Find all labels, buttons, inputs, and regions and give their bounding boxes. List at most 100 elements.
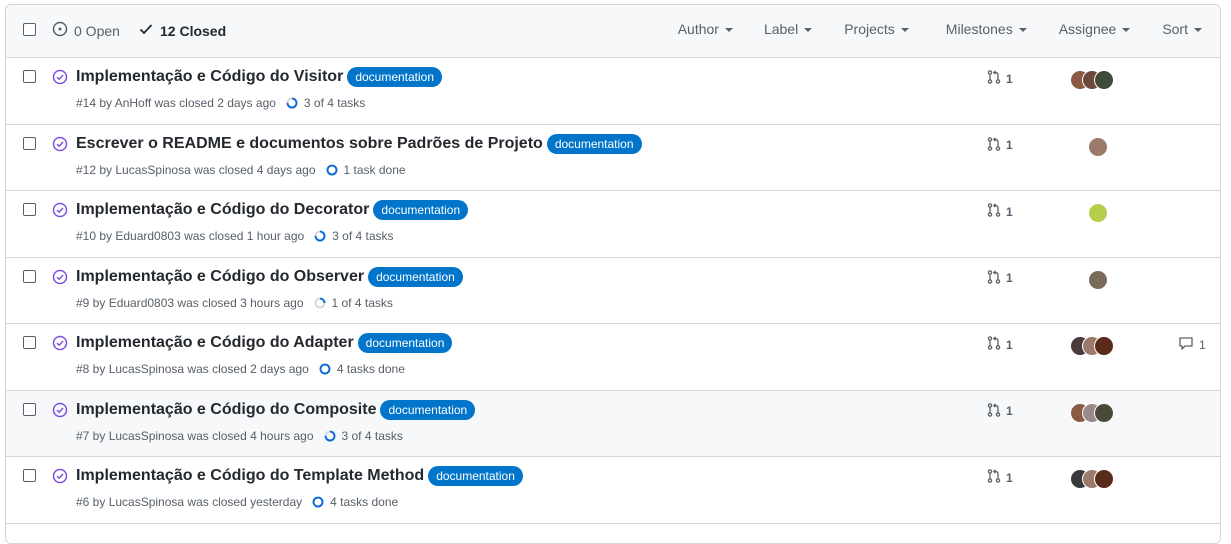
open-issues-tab[interactable]: 0 Open xyxy=(52,21,120,40)
issue-meta-text: #14 by AnHoff was closed 2 days ago xyxy=(76,96,276,110)
label-badge[interactable]: documentation xyxy=(380,399,476,420)
label-badge[interactable]: documentation xyxy=(428,466,523,486)
task-progress-icon xyxy=(314,230,326,242)
issue-checkbox[interactable] xyxy=(23,469,36,482)
select-all-checkbox[interactable] xyxy=(23,23,36,36)
issue-meta-text: #7 by LucasSpinosa was closed 4 hours ag… xyxy=(76,428,314,443)
table-row: Implementação e Código do Adapter documen… xyxy=(6,324,1220,391)
assignee-avatars[interactable] xyxy=(1070,70,1114,90)
avatar[interactable] xyxy=(1088,269,1108,290)
issue-title-link[interactable]: Implementação e Código do Template Metho… xyxy=(76,467,424,485)
issue-closed-icon xyxy=(52,69,68,88)
label-badge[interactable]: documentation xyxy=(546,133,642,154)
linked-pr-count: 1 xyxy=(1006,71,1013,86)
filter-projects[interactable]: Projects xyxy=(844,21,909,37)
check-icon xyxy=(138,21,154,40)
chevron-down-icon xyxy=(804,28,813,32)
linked-pr-link[interactable]: 1 xyxy=(986,402,1013,421)
issue-meta: #9 by Eduard0803 was closed 3 hours ago 1… xyxy=(76,296,393,310)
comments-link[interactable]: 1 xyxy=(1178,335,1206,354)
issue-closed-icon xyxy=(52,269,68,288)
git-pull-request-icon xyxy=(986,269,1002,288)
closed-issues-tab[interactable]: 12 Closed xyxy=(138,21,226,40)
git-pull-request-icon xyxy=(986,202,1002,221)
task-progress-label[interactable]: 3 of 4 tasks xyxy=(332,229,393,243)
issue-closed-icon xyxy=(52,202,68,221)
open-issues-label: 0 Open xyxy=(74,22,120,39)
chevron-down-icon xyxy=(724,28,733,32)
linked-pr-link[interactable]: 1 xyxy=(986,69,1013,88)
issue-title-link[interactable]: Implementação e Código do Composite xyxy=(76,401,376,419)
git-pull-request-icon xyxy=(986,402,1002,421)
task-progress-label[interactable]: 3 of 4 tasks xyxy=(342,429,403,443)
assignee-avatars[interactable] xyxy=(1070,469,1114,489)
task-progress-icon xyxy=(314,297,326,309)
task-progress-label[interactable]: 1 of 4 tasks xyxy=(332,296,393,310)
linked-pr-link[interactable]: 1 xyxy=(986,335,1013,354)
issue-meta-text: #12 by LucasSpinosa was closed 4 days ag… xyxy=(76,162,316,177)
label-badge[interactable]: documentation xyxy=(347,67,443,87)
issue-title-line: Implementação e Código do Decorator docum… xyxy=(76,200,469,220)
filter-milestones[interactable]: Milestones xyxy=(946,21,1027,37)
filter-sort[interactable]: Sort xyxy=(1162,21,1202,37)
assignee-avatars[interactable] xyxy=(1088,203,1108,223)
filter-label[interactable]: Label xyxy=(764,21,813,37)
issue-meta: #12 by LucasSpinosa was closed 4 days ag… xyxy=(76,163,406,177)
task-progress-label[interactable]: 4 tasks done xyxy=(330,495,398,509)
task-progress-label[interactable]: 3 of 4 tasks xyxy=(304,96,365,110)
assignee-avatars[interactable] xyxy=(1070,402,1114,423)
linked-pr-link[interactable]: 1 xyxy=(986,468,1013,487)
linked-pr-link[interactable]: 1 xyxy=(986,202,1013,221)
avatar[interactable] xyxy=(1094,469,1114,489)
label-badge[interactable]: documentation xyxy=(357,333,453,353)
issue-title-link[interactable]: Implementação e Código do Observer xyxy=(76,268,364,286)
table-row: Implementação e Código do Visitor documen… xyxy=(6,58,1220,125)
issue-meta-text: #6 by LucasSpinosa was closed yesterday xyxy=(76,495,303,509)
avatar[interactable] xyxy=(1088,203,1108,223)
issue-title-link[interactable]: Escrever o README e documentos sobre Pad… xyxy=(76,135,543,153)
issue-checkbox[interactable] xyxy=(23,269,36,283)
issue-checkbox[interactable] xyxy=(23,402,36,416)
comment-count: 1 xyxy=(1199,337,1206,352)
issue-title-link[interactable]: Implementação e Código do Visitor xyxy=(76,68,343,86)
table-row: Escrever o README e documentos sobre Pad… xyxy=(6,124,1220,191)
filter-author[interactable]: Author xyxy=(678,21,733,37)
issue-title-link[interactable]: Implementação e Código do Decorator xyxy=(76,201,369,219)
comment-icon xyxy=(1178,335,1194,354)
issue-meta-text: #10 by Eduard0803 was closed 1 hour ago xyxy=(76,229,305,243)
task-progress-icon xyxy=(312,496,324,508)
avatar[interactable] xyxy=(1094,70,1114,90)
label-badge[interactable]: documentation xyxy=(373,200,469,220)
issues-list: Implementação e Código do Visitor documen… xyxy=(6,58,1220,524)
issue-title-line: Implementação e Código do Observer docume… xyxy=(76,266,463,287)
issue-closed-icon xyxy=(52,402,68,421)
task-progress-icon xyxy=(326,164,338,176)
issue-meta: #8 by LucasSpinosa was closed 2 days ago… xyxy=(76,362,405,376)
label-badge[interactable]: documentation xyxy=(368,266,463,287)
issue-checkbox[interactable] xyxy=(23,70,36,83)
assignee-avatars[interactable] xyxy=(1070,336,1114,356)
linked-pr-link[interactable]: 1 xyxy=(986,136,1013,155)
assignee-avatars[interactable] xyxy=(1088,269,1108,290)
issue-meta-text: #8 by LucasSpinosa was closed 2 days ago xyxy=(76,362,309,376)
filter-bar: Author Label Projects Milestones Assignee Sor… xyxy=(678,21,1220,37)
issue-title-link[interactable]: Implementação e Código do Adapter xyxy=(76,334,354,352)
avatar[interactable] xyxy=(1094,402,1114,423)
issue-checkbox[interactable] xyxy=(23,136,36,150)
linked-pr-link[interactable]: 1 xyxy=(986,269,1013,288)
issue-checkbox[interactable] xyxy=(23,336,36,349)
issue-closed-icon xyxy=(52,468,68,487)
avatar[interactable] xyxy=(1094,336,1114,356)
filter-assignee[interactable]: Assignee xyxy=(1059,21,1131,37)
avatar[interactable] xyxy=(1088,136,1108,157)
table-row: Implementação e Código do Template Metho… xyxy=(6,457,1220,524)
issue-checkbox[interactable] xyxy=(23,203,36,216)
linked-pr-count: 1 xyxy=(1006,470,1013,485)
table-row: Implementação e Código do Decorator docum… xyxy=(6,191,1220,258)
issue-meta: #6 by LucasSpinosa was closed yesterday 4… xyxy=(76,495,398,509)
assignee-avatars[interactable] xyxy=(1088,136,1108,157)
filter-label: Projects xyxy=(844,21,895,37)
task-progress-label[interactable]: 1 task done xyxy=(344,163,406,177)
issue-meta: #14 by AnHoff was closed 2 days ago 3 of … xyxy=(76,96,365,110)
task-progress-label[interactable]: 4 tasks done xyxy=(337,362,405,376)
